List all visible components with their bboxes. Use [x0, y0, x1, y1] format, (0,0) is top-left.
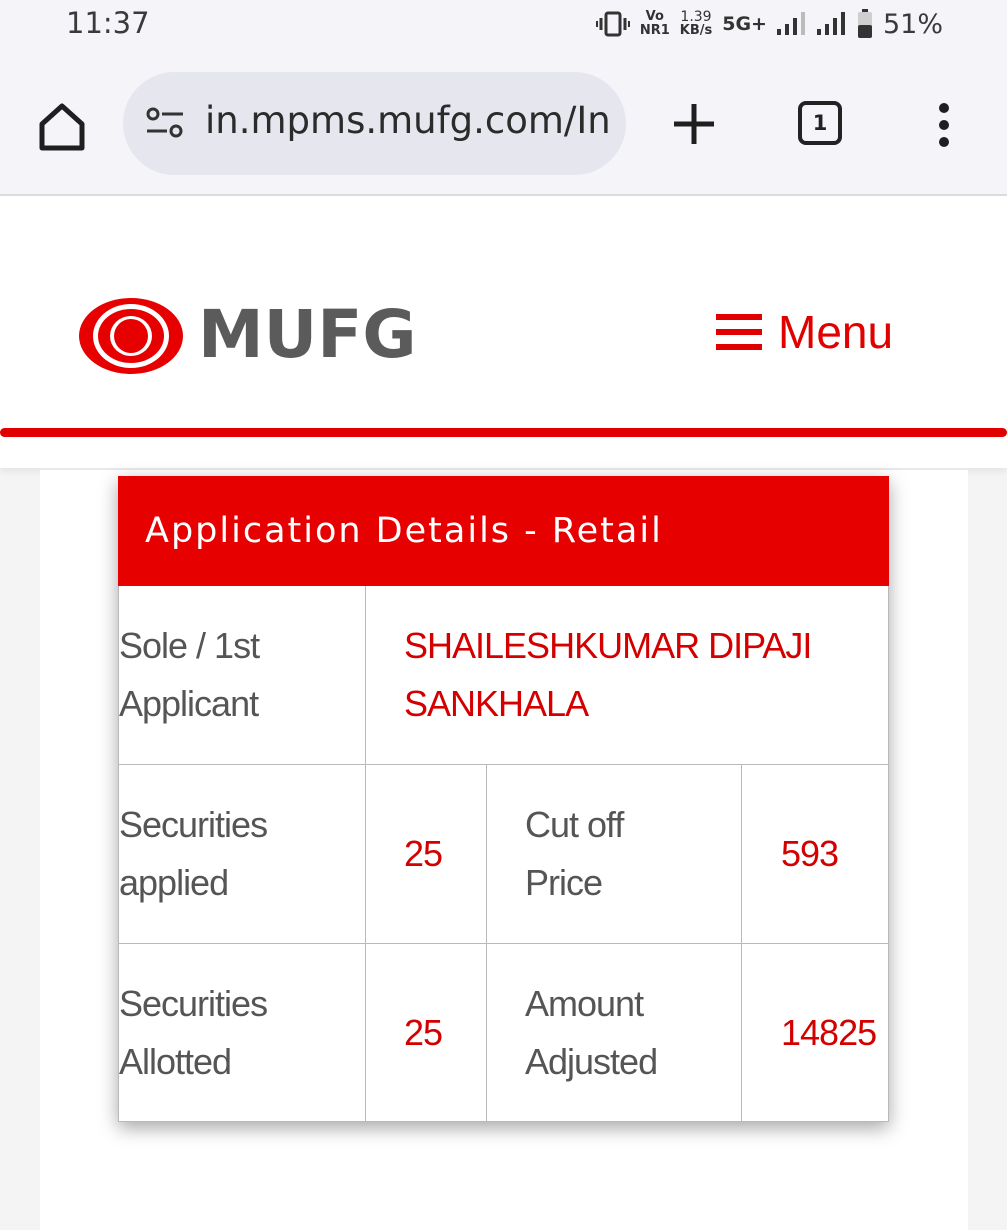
- amount-adjusted-label: Amount Adjusted: [525, 982, 658, 1082]
- securities-allotted-label: Securities Allotted: [119, 982, 268, 1082]
- menu-button[interactable]: Menu: [716, 304, 893, 360]
- battery-percent: 51%: [882, 8, 943, 40]
- securities-applied-label-cell: Securities applied: [118, 765, 366, 944]
- securities-allotted-cell: 25: [366, 944, 487, 1122]
- network-speed: 1.39 KB/s: [679, 9, 713, 38]
- securities-applied-label: Securities applied: [119, 804, 268, 903]
- cutoff-price-value: 593: [781, 833, 839, 874]
- home-icon[interactable]: [34, 98, 90, 154]
- securities-allotted-label-cell: Securities Allotted: [118, 944, 366, 1122]
- url-text[interactable]: in.mpms.mufg.com/In: [205, 99, 611, 142]
- logo-text[interactable]: MUFG: [198, 296, 417, 373]
- status-bar: 11:37 Vo NR1 1.39 KB/s 5G+ 51%: [0, 0, 1007, 56]
- cutoff-label: Cut off Price: [525, 804, 624, 903]
- amount-adjusted-label-cell: Amount Adjusted: [487, 944, 742, 1122]
- battery-icon: [857, 9, 872, 38]
- address-bar[interactable]: in.mpms.mufg.com/In: [123, 72, 626, 175]
- applicant-name-cell: SHAILESHKUMAR DIPAJI SANKHALA: [366, 586, 889, 765]
- browser-toolbar: in.mpms.mufg.com/In 1: [0, 56, 1007, 196]
- vibrate-icon: [595, 11, 630, 37]
- applicant-name: SHAILESHKUMAR DIPAJI SANKHALA: [404, 625, 812, 724]
- network-type: 5G+: [722, 13, 767, 35]
- applicant-label-cell: Sole / 1st Applicant: [118, 586, 366, 765]
- header-divider: [0, 428, 1007, 437]
- mufg-logo-icon[interactable]: [76, 296, 186, 376]
- securities-applied-cell: 25: [366, 765, 487, 944]
- site-settings-icon[interactable]: [145, 105, 185, 141]
- cutoff-label-cell: Cut off Price: [487, 765, 742, 944]
- signal-icon: [776, 12, 805, 35]
- volte-indicator: Vo NR1: [639, 9, 670, 38]
- application-details-table: Application Details - Retail Sole / 1st …: [118, 476, 889, 1122]
- hamburger-icon[interactable]: [716, 312, 762, 352]
- menu-label[interactable]: Menu: [778, 305, 893, 359]
- securities-allotted-value: 25: [404, 1011, 443, 1053]
- signal-icon-2: [816, 12, 845, 35]
- securities-applied-value: 25: [404, 833, 443, 874]
- details-title: Application Details - Retail: [118, 476, 889, 586]
- amount-adjusted-value: 14825: [781, 1011, 877, 1053]
- more-options-icon[interactable]: [932, 102, 956, 148]
- cutoff-price-cell: 593: [742, 765, 889, 944]
- new-tab-icon[interactable]: [670, 100, 718, 148]
- status-time: 11:37: [66, 6, 150, 40]
- applicant-label: Sole / 1st Applicant: [119, 625, 260, 724]
- tab-switcher-button[interactable]: 1: [798, 101, 842, 145]
- status-icons: Vo NR1 1.39 KB/s 5G+ 51%: [595, 4, 943, 44]
- amount-adjusted-cell: 14825: [742, 944, 889, 1122]
